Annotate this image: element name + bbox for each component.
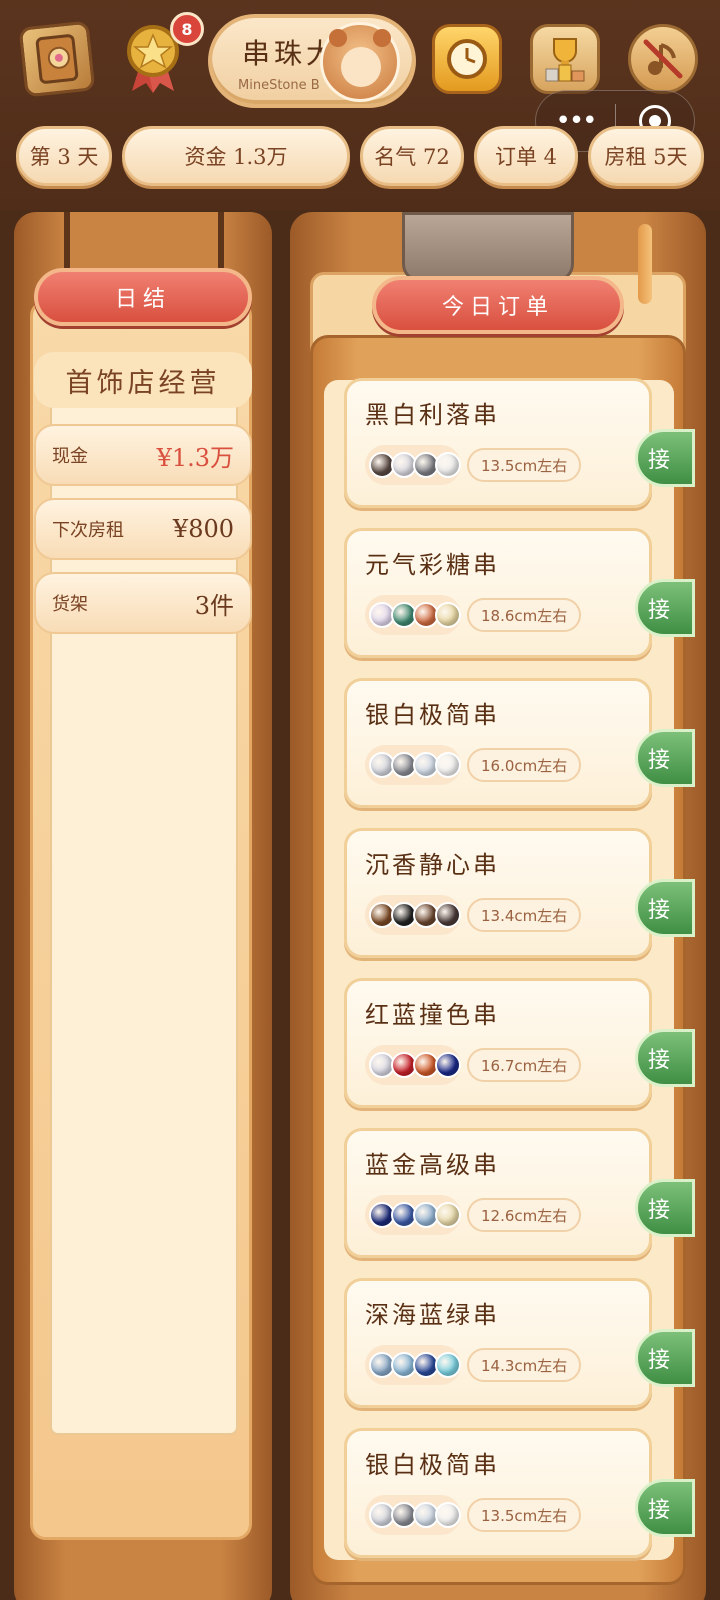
game-title-pill[interactable]: 串珠大 MineStone B bbox=[208, 14, 416, 108]
clock-icon-graphic bbox=[447, 39, 487, 79]
order-card[interactable]: 红蓝撞色串 16.7cm左右 接 bbox=[344, 978, 695, 1108]
settle-day-button[interactable]: 日结 bbox=[34, 268, 252, 326]
order-size: 13.5cm左右 bbox=[467, 448, 582, 482]
order-size: 13.5cm左右 bbox=[467, 1498, 582, 1532]
hamster-ear-right bbox=[373, 29, 391, 47]
order-card[interactable]: 黑白利落串 13.5cm左右 接 bbox=[344, 378, 695, 508]
bead-preview bbox=[365, 1045, 461, 1085]
order-size: 12.6cm左右 bbox=[467, 1198, 582, 1232]
bead-preview bbox=[365, 1195, 461, 1235]
order-size: 16.7cm左右 bbox=[467, 1048, 582, 1082]
order-card[interactable]: 银白极简串 16.0cm左右 接 bbox=[344, 678, 695, 808]
order-size: 13.4cm左右 bbox=[467, 898, 582, 932]
trophy-icon[interactable] bbox=[530, 24, 600, 94]
order-name: 深海蓝绿串 bbox=[365, 1301, 500, 1329]
accept-order-button[interactable]: 接 bbox=[635, 579, 695, 637]
funds-pill: 资金 1.3万 bbox=[122, 126, 350, 186]
accept-order-button[interactable]: 接 bbox=[635, 729, 695, 787]
order-name: 黑白利落串 bbox=[365, 401, 500, 429]
bead-preview bbox=[365, 1345, 461, 1385]
bead-icon bbox=[435, 452, 461, 478]
accept-order-button[interactable]: 接 bbox=[635, 1029, 695, 1087]
mute-icon[interactable] bbox=[628, 24, 698, 94]
next-rent-label: 下次房租 bbox=[52, 520, 124, 541]
hamster-avatar[interactable] bbox=[320, 22, 400, 102]
bead-icon bbox=[435, 1502, 461, 1528]
rent-pill: 房租 5天 bbox=[588, 126, 704, 186]
clock-icon[interactable] bbox=[432, 24, 502, 94]
order-card[interactable]: 沉香静心串 13.4cm左右 接 bbox=[344, 828, 695, 958]
today-orders-header: 今日订单 bbox=[372, 276, 624, 334]
rope-left bbox=[64, 212, 70, 272]
notification-badge: 8 bbox=[170, 12, 204, 46]
next-rent-row: 下次房租 ¥800 bbox=[34, 498, 252, 560]
book-icon-graphic bbox=[35, 34, 79, 84]
shop-title: 首饰店经营 bbox=[34, 352, 252, 408]
order-name: 蓝金高级串 bbox=[365, 1151, 500, 1179]
cash-label: 现金 bbox=[52, 446, 88, 467]
reputation-pill: 名气 72 bbox=[360, 126, 464, 186]
order-name: 银白极简串 bbox=[365, 701, 500, 729]
bead-preview bbox=[365, 1495, 461, 1535]
order-name: 红蓝撞色串 bbox=[365, 1001, 500, 1029]
order-size: 14.3cm左右 bbox=[467, 1348, 582, 1382]
order-size: 16.0cm左右 bbox=[467, 748, 582, 782]
rope-right bbox=[218, 212, 224, 272]
order-card[interactable]: 元气彩糖串 18.6cm左右 接 bbox=[344, 528, 695, 658]
orders-pill: 订单 4 bbox=[474, 126, 578, 186]
cash-row: 现金 ¥1.3万 bbox=[34, 424, 252, 486]
order-card[interactable]: 蓝金高级串 12.6cm左右 接 bbox=[344, 1128, 695, 1258]
accept-order-button[interactable]: 接 bbox=[635, 1479, 695, 1537]
clipboard-clip bbox=[402, 212, 574, 282]
paper-pin bbox=[638, 224, 652, 304]
order-name: 沉香静心串 bbox=[365, 851, 500, 879]
order-name: 银白极简串 bbox=[365, 1451, 500, 1479]
bead-icon bbox=[435, 602, 461, 628]
next-rent-value: ¥800 bbox=[172, 515, 234, 543]
trophy-icon-graphic bbox=[545, 38, 585, 82]
shelf-row: 货架 3件 bbox=[34, 572, 252, 634]
bead-preview bbox=[365, 595, 461, 635]
hamster-ear-left bbox=[329, 29, 347, 47]
book-icon[interactable] bbox=[18, 20, 96, 98]
bead-icon bbox=[435, 1052, 461, 1078]
bead-icon bbox=[435, 1352, 461, 1378]
order-size: 18.6cm左右 bbox=[467, 598, 582, 632]
accept-order-button[interactable]: 接 bbox=[635, 1329, 695, 1387]
bead-preview bbox=[365, 445, 461, 485]
shelf-label: 货架 bbox=[52, 594, 88, 615]
order-card[interactable]: 银白极简串 13.5cm左右 接 bbox=[344, 1428, 695, 1558]
day-counter: 第 3 天 bbox=[16, 126, 112, 186]
bead-icon bbox=[435, 902, 461, 928]
bead-icon bbox=[435, 752, 461, 778]
accept-order-button[interactable]: 接 bbox=[635, 879, 695, 937]
shelf-value: 3件 bbox=[194, 591, 234, 620]
bead-preview bbox=[365, 745, 461, 785]
mute-icon-graphic bbox=[643, 39, 683, 79]
cash-value: ¥1.3万 bbox=[156, 443, 234, 472]
bead-icon bbox=[435, 1202, 461, 1228]
hamster-face bbox=[341, 47, 381, 87]
accept-order-button[interactable]: 接 bbox=[635, 1179, 695, 1237]
order-card[interactable]: 深海蓝绿串 14.3cm左右 接 bbox=[344, 1278, 695, 1408]
accept-order-button[interactable]: 接 bbox=[635, 429, 695, 487]
order-name: 元气彩糖串 bbox=[365, 551, 500, 579]
game-subtitle: MineStone B bbox=[238, 78, 320, 93]
bead-preview bbox=[365, 895, 461, 935]
